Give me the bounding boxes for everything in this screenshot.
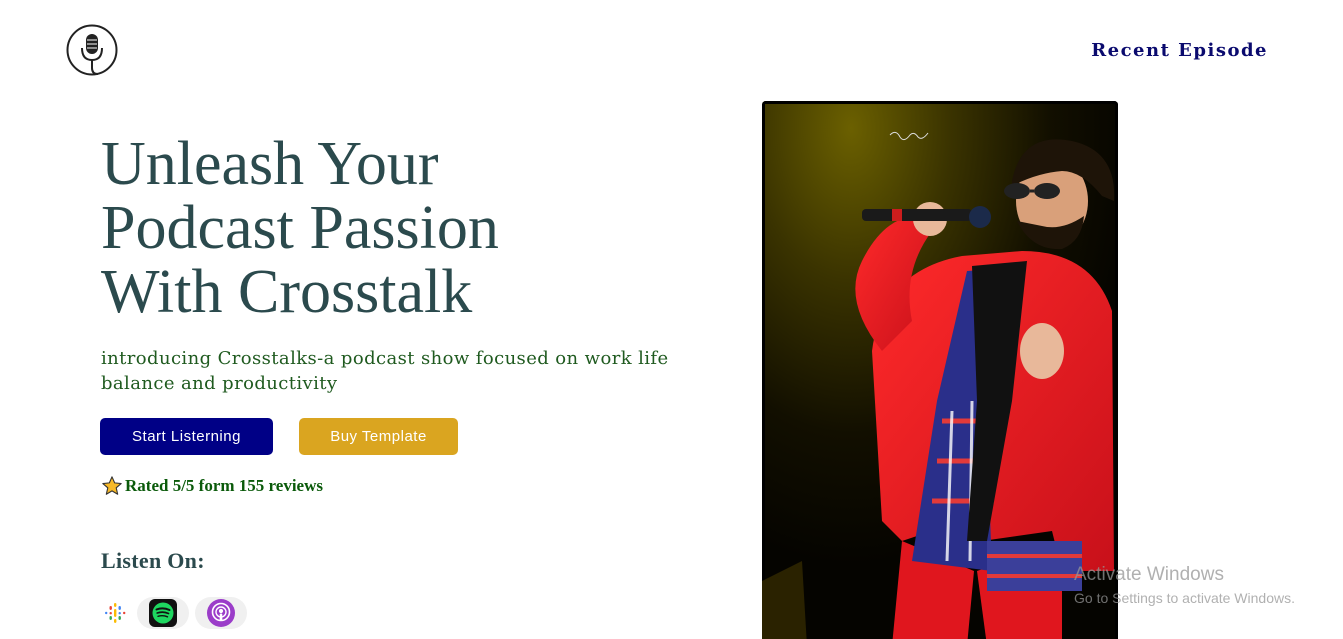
rating-text: Rated 5/5 form 155 reviews — [125, 476, 323, 495]
hero-title-line: Unleash Your — [101, 130, 439, 198]
rating: Rated 5/5 form 155 reviews — [101, 475, 323, 497]
hero-image — [762, 101, 1118, 639]
buy-template-button[interactable]: Buy Template — [299, 418, 458, 455]
hero-title: Unleash Your Podcast Passion With Crosst… — [101, 132, 661, 324]
google-podcasts-icon[interactable] — [99, 597, 131, 629]
apple-podcasts-icon[interactable] — [195, 597, 247, 629]
microphone-icon[interactable] — [66, 24, 118, 76]
platform-list — [99, 597, 247, 629]
hero-title-line: With Crosstalk — [101, 258, 473, 326]
start-listening-button[interactable]: Start Listerning — [100, 418, 273, 455]
nav-recent-episode[interactable]: Recent Episode — [1091, 40, 1268, 61]
spotify-icon[interactable] — [137, 597, 189, 629]
hero-subtitle: introducing Crosstalks-a podcast show fo… — [101, 348, 669, 394]
listen-on-heading: Listen On: — [101, 548, 205, 573]
star-icon — [101, 475, 123, 497]
hero-title-line: Podcast Passion — [101, 194, 499, 262]
page: Recent Episode Unleash Your Podcast Pass… — [0, 0, 1343, 639]
